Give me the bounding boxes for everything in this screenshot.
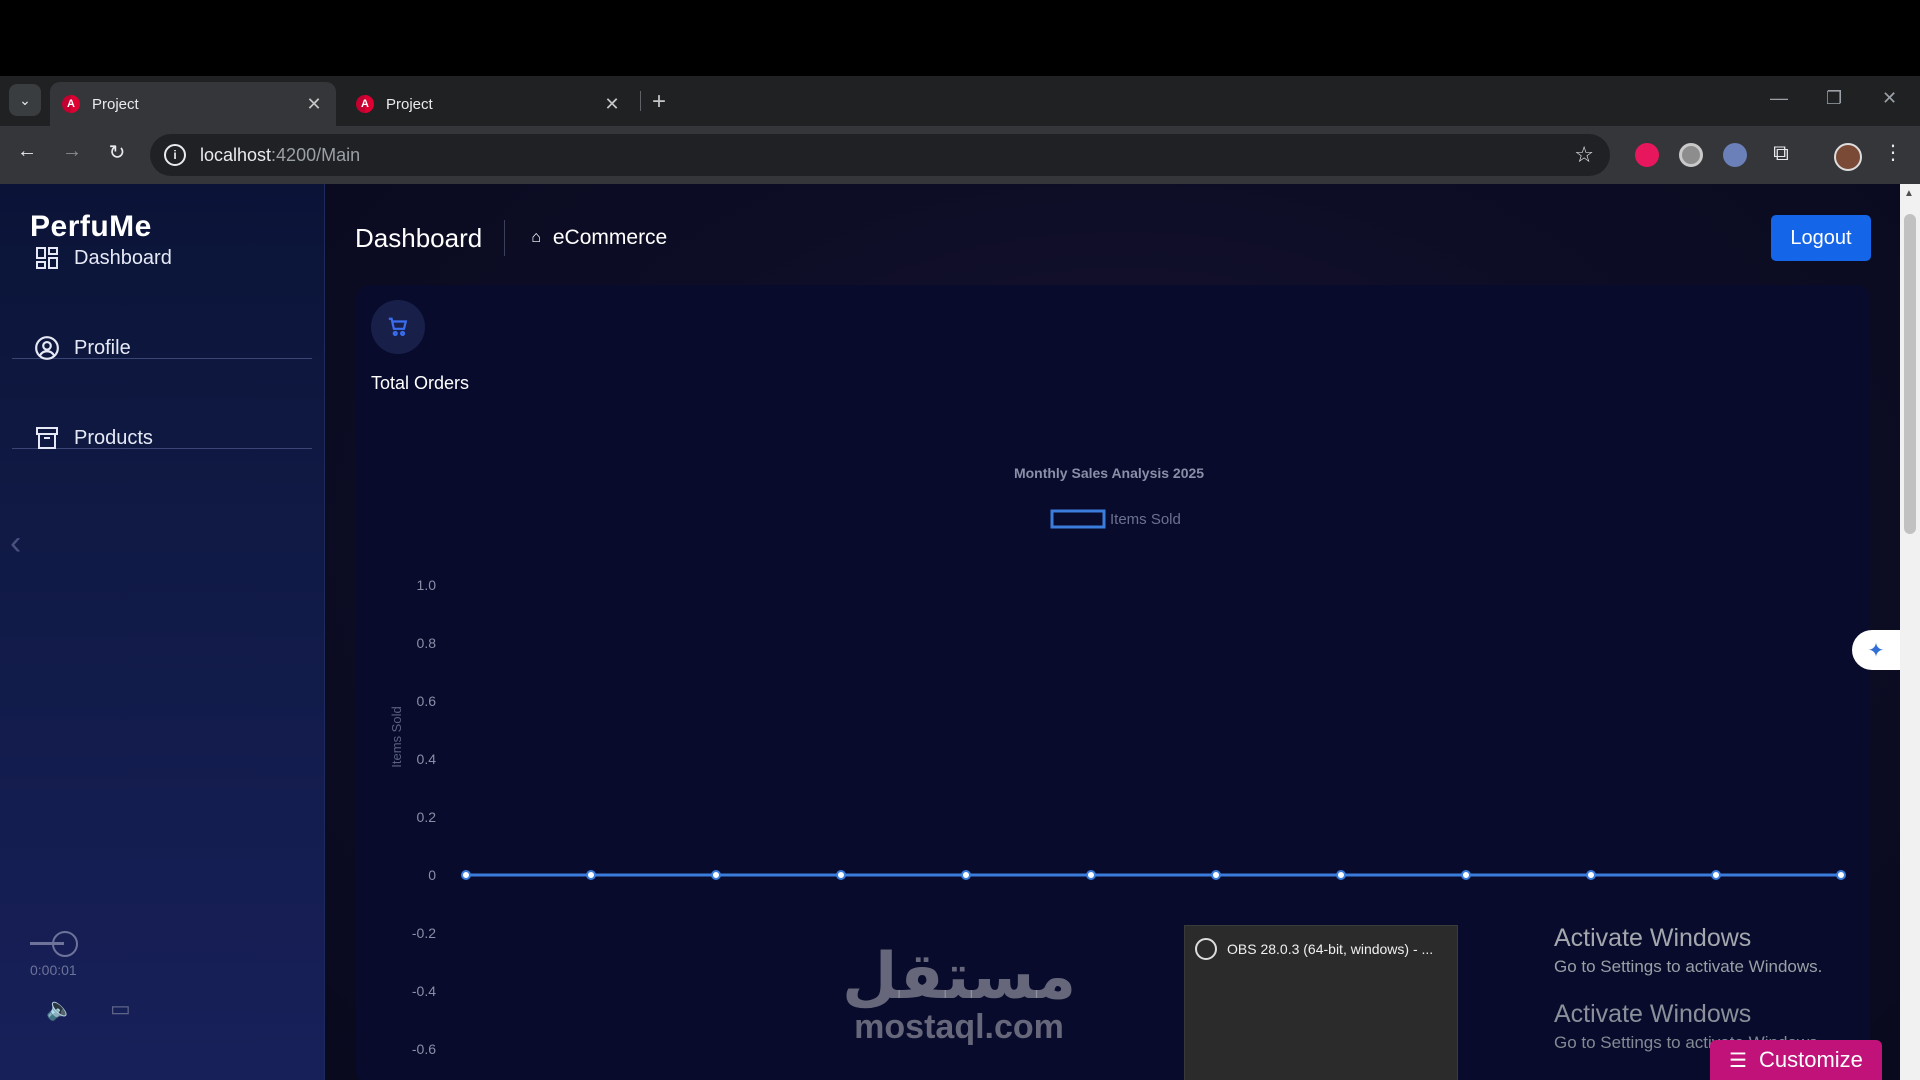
obs-title: OBS 28.0.3 (64-bit, windows) - ...: [1227, 941, 1434, 957]
app-root: PerfuMe Dashboard Profile Products ‹ 0:0…: [0, 184, 1920, 1080]
obs-taskbar-preview[interactable]: OBS 28.0.3 (64-bit, windows) - ...: [1184, 925, 1458, 1080]
forward-icon[interactable]: →: [57, 140, 87, 163]
data-point[interactable]: [711, 870, 721, 880]
data-point[interactable]: [1211, 870, 1221, 880]
breadcrumb[interactable]: eCommerce: [553, 226, 667, 250]
browser-tab-2[interactable]: A Project ✕: [344, 82, 634, 126]
angular-favicon-icon: A: [62, 95, 80, 113]
y-tick-label: -0.2: [412, 925, 436, 941]
close-window-icon[interactable]: ✕: [1882, 88, 1897, 109]
scroll-up-icon[interactable]: ▲: [1904, 188, 1914, 199]
sidebar-item-profile[interactable]: Profile: [12, 304, 312, 392]
y-axis-ticks: 1.00.80.60.40.20-0.2-0.4-0.6-0.8: [412, 577, 437, 1057]
volume-icon[interactable]: 🔈: [46, 996, 73, 1022]
customize-label: Customize: [1759, 1047, 1863, 1072]
activate-title: Activate Windows: [1554, 1000, 1752, 1028]
bookmark-star-icon[interactable]: ☆: [1574, 142, 1594, 168]
data-point[interactable]: [1461, 870, 1471, 880]
data-point[interactable]: [1711, 870, 1721, 880]
extension-icon[interactable]: [1635, 143, 1659, 167]
kebab-menu-icon[interactable]: ⋮: [1878, 140, 1908, 165]
sidebar: PerfuMe Dashboard Profile Products ‹ 0:0…: [0, 184, 325, 1080]
activate-subtitle: Go to Settings to activate Windows.: [1554, 957, 1823, 976]
header-divider: [504, 220, 506, 256]
page-scrollbar[interactable]: ▲: [1900, 184, 1920, 1080]
address-bar[interactable]: i localhost:4200/Main ☆: [150, 134, 1610, 176]
url-host: localhost: [200, 144, 272, 165]
puzzle-extensions-icon[interactable]: ⧉: [1766, 140, 1796, 166]
captions-icon[interactable]: ▭: [110, 996, 131, 1022]
sidebar-item-label: Products: [74, 426, 153, 449]
extension-icon[interactable]: [1679, 143, 1703, 167]
chart-title: Monthly Sales Analysis 2025: [1014, 465, 1204, 481]
tab-title: Project: [386, 95, 433, 113]
media-seek-handle[interactable]: [52, 931, 78, 957]
mostaql-watermark: مستقل mostaql.com: [842, 944, 1076, 1047]
sidebar-item-label: Profile: [74, 336, 131, 359]
legend-label[interactable]: Items Sold: [1110, 511, 1181, 528]
sidebar-item-label: Dashboard: [74, 246, 172, 269]
archive-icon: [34, 425, 60, 451]
browser-tabstrip: ⌄ A Project ✕ A Project ✕: [0, 76, 1920, 126]
chart-series: [461, 870, 1846, 880]
avatar[interactable]: [1834, 143, 1862, 171]
restore-icon[interactable]: ❐: [1826, 88, 1842, 109]
screen-top-bar: [0, 0, 1920, 76]
y-axis-label: Items Sold: [389, 706, 404, 767]
legend-swatch[interactable]: [1050, 509, 1106, 529]
activate-title: Activate Windows: [1554, 924, 1752, 952]
data-point[interactable]: [836, 870, 846, 880]
data-point[interactable]: [586, 870, 596, 880]
sidebar-item-products[interactable]: Products: [12, 394, 312, 482]
sidebar-item-dashboard[interactable]: Dashboard: [12, 214, 312, 302]
media-time: 0:00:01: [30, 962, 77, 978]
watermark-arabic: مستقل: [842, 940, 1077, 1012]
page-header: Dashboard ⌂ eCommerce: [355, 220, 667, 256]
tab-search-button[interactable]: ⌄: [9, 84, 41, 116]
home-icon: ⌂: [531, 229, 541, 246]
data-point[interactable]: [1836, 870, 1846, 880]
page-title: Dashboard: [355, 222, 483, 253]
y-tick-label: 0: [428, 867, 436, 883]
back-icon[interactable]: ←: [12, 140, 42, 163]
y-tick-label: -0.4: [412, 983, 436, 999]
new-tab-button[interactable]: +: [652, 88, 666, 116]
close-tab-icon[interactable]: ✕: [600, 94, 624, 115]
assistant-float-button[interactable]: ✦: [1852, 630, 1900, 670]
y-tick-label: -0.6: [412, 1041, 436, 1057]
y-tick-label: 1.0: [417, 577, 437, 593]
y-tick-label: 0.4: [417, 751, 437, 767]
watermark-english: mostaql.com: [854, 1008, 1064, 1046]
sliders-icon: ☰: [1729, 1049, 1747, 1072]
profile-icon: [34, 335, 60, 361]
chevron-left-icon[interactable]: ‹: [10, 524, 21, 563]
y-tick-label: 0.6: [417, 693, 437, 709]
dashboard-icon: [34, 245, 60, 271]
close-tab-icon[interactable]: ✕: [302, 94, 326, 115]
scrollbar-thumb[interactable]: [1904, 214, 1916, 534]
url-path: :4200/Main: [271, 144, 361, 165]
activate-windows-notice: Activate Windows Go to Settings to activ…: [1554, 924, 1822, 977]
data-point[interactable]: [961, 870, 971, 880]
tab-separator: [640, 91, 641, 111]
y-tick-label: 0.2: [417, 809, 437, 825]
customize-button[interactable]: ☰ Customize: [1710, 1040, 1882, 1080]
data-point[interactable]: [1086, 870, 1096, 880]
tab-title: Project: [92, 95, 139, 113]
data-point[interactable]: [1336, 870, 1346, 880]
browser-toolbar: ← → ↻ i localhost:4200/Main ☆ ⧉ ⋮: [0, 126, 1920, 184]
logout-button[interactable]: Logout: [1771, 215, 1871, 261]
site-info-icon[interactable]: i: [164, 144, 186, 166]
angular-favicon-icon: A: [356, 95, 374, 113]
browser-tab-1[interactable]: A Project ✕: [50, 82, 336, 126]
data-point[interactable]: [1586, 870, 1596, 880]
obs-logo-icon: [1195, 938, 1217, 960]
reload-icon[interactable]: ↻: [102, 140, 132, 165]
extension-icon[interactable]: [1723, 143, 1747, 167]
y-tick-label: 0.8: [417, 635, 437, 651]
chevron-down-icon: ⌄: [19, 91, 31, 108]
data-point[interactable]: [461, 870, 471, 880]
minimize-icon[interactable]: —: [1770, 88, 1788, 109]
